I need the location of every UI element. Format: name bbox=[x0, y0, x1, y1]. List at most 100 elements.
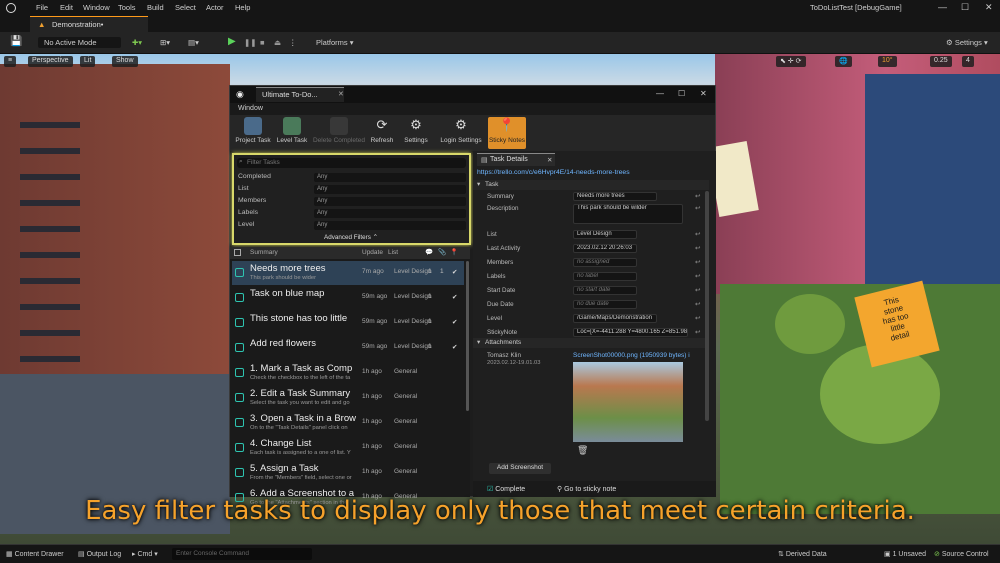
task-complete-checkbox[interactable] bbox=[235, 418, 244, 427]
minimize-icon[interactable]: — bbox=[656, 89, 664, 98]
field-value-input[interactable]: Level Design bbox=[573, 230, 637, 239]
filter-members-select[interactable]: Any bbox=[314, 197, 466, 206]
screenshot-thumbnail[interactable] bbox=[573, 362, 683, 442]
snap-scale[interactable]: 0.25 bbox=[930, 56, 952, 67]
add-content-icon[interactable]: ✚▾ bbox=[132, 38, 142, 47]
cmd-dropdown[interactable]: ▸ Cmd ▾ bbox=[132, 550, 158, 558]
reset-icon[interactable]: ↩ bbox=[695, 245, 700, 252]
menu-window[interactable]: Window bbox=[83, 3, 110, 12]
menu-window[interactable]: Window bbox=[238, 105, 263, 112]
field-value-input[interactable]: This park should be wilder bbox=[573, 204, 683, 224]
task-row[interactable]: 1. Mark a Task as Comp Check the checkbox… bbox=[232, 361, 464, 385]
maximize-icon[interactable]: ☐ bbox=[961, 2, 969, 13]
tab-close-icon[interactable]: ✕ bbox=[338, 90, 344, 98]
filter-labels-select[interactable]: Any bbox=[314, 209, 466, 218]
derived-data-button[interactable]: ⇅ Derived Data bbox=[778, 550, 827, 558]
task-list-scrollbar[interactable] bbox=[466, 261, 469, 411]
more-options-icon[interactable]: ⋮ bbox=[289, 38, 297, 47]
task-row[interactable]: Task on blue map 59m ago Level Design 1 ✔ bbox=[232, 286, 464, 310]
filter-list-select[interactable]: Any bbox=[314, 185, 466, 194]
menu-file[interactable]: File bbox=[36, 3, 48, 12]
filter-completed-select[interactable]: Any bbox=[314, 173, 466, 182]
reset-icon[interactable]: ↩ bbox=[695, 273, 700, 280]
menu-edit[interactable]: Edit bbox=[60, 3, 73, 12]
reset-icon[interactable]: ↩ bbox=[695, 193, 700, 200]
snap-angle[interactable]: 10° bbox=[878, 56, 897, 67]
lit-button[interactable]: Lit bbox=[80, 56, 96, 67]
task-complete-checkbox[interactable] bbox=[235, 268, 244, 277]
menu-tools[interactable]: Tools bbox=[118, 3, 136, 12]
task-complete-checkbox[interactable] bbox=[235, 443, 244, 452]
task-row[interactable]: 4. Change List Each task is assigned to a… bbox=[232, 436, 464, 460]
field-value-input[interactable]: no start date bbox=[573, 286, 637, 295]
field-value-input[interactable]: no due date bbox=[573, 300, 637, 309]
perspective-button[interactable]: Perspective bbox=[28, 56, 73, 67]
task-complete-checkbox[interactable] bbox=[235, 468, 244, 477]
menu-build[interactable]: Build bbox=[147, 3, 164, 12]
camera-speed[interactable]: 4 bbox=[962, 56, 974, 67]
filter-search-input[interactable]: Filter Tasks bbox=[237, 158, 466, 168]
settings-button[interactable]: ⚙ Settings ▾ bbox=[946, 38, 988, 47]
todo-titlebar[interactable]: ◉ Ultimate To-Do... ✕ — ☐ ✕ bbox=[230, 86, 715, 103]
menu-select[interactable]: Select bbox=[175, 3, 196, 12]
minimize-icon[interactable]: — bbox=[938, 2, 947, 12]
platforms-button[interactable]: Platforms ▾ bbox=[316, 38, 354, 47]
field-value-input[interactable]: /Game/Maps/Demonstration bbox=[573, 314, 657, 323]
task-complete-checkbox[interactable] bbox=[235, 393, 244, 402]
reset-icon[interactable]: ↩ bbox=[695, 315, 700, 322]
section-attachments[interactable]: Attachments bbox=[473, 338, 709, 348]
attachment-file-link[interactable]: ScreenShot00000.png (1950939 bytes) i bbox=[573, 352, 691, 359]
advanced-filters-toggle[interactable]: Advanced Filters ⌃ bbox=[324, 234, 378, 241]
header-list[interactable]: List bbox=[388, 249, 398, 256]
trello-link[interactable]: https://trello.com/c/e6Hvpr4E/14-needs-m… bbox=[477, 169, 630, 176]
stop-icon[interactable]: ■ bbox=[260, 38, 265, 47]
reset-icon[interactable]: ↩ bbox=[695, 329, 700, 336]
task-row[interactable]: Needs more trees This park should be wide… bbox=[232, 261, 464, 285]
task-row[interactable]: This stone has too little 59m ago Level De… bbox=[232, 311, 464, 335]
show-button[interactable]: Show bbox=[112, 56, 138, 67]
task-row[interactable]: 5. Assign a Task From the "Members" field… bbox=[232, 461, 464, 485]
unsaved-button[interactable]: ▣ 1 Unsaved bbox=[884, 550, 926, 558]
unreal-logo-icon[interactable] bbox=[6, 3, 16, 13]
project-task-button[interactable]: Project Task bbox=[234, 117, 272, 149]
output-log-button[interactable]: ▤ Output Log bbox=[78, 550, 121, 558]
task-row[interactable]: 2. Edit a Task Summary Select the task yo… bbox=[232, 386, 464, 410]
blueprint-icon[interactable]: ⊞▾ bbox=[160, 38, 170, 47]
go-to-sticky-note-button[interactable]: ⚲ Go to sticky note bbox=[557, 485, 616, 493]
filter-level-select[interactable]: Any bbox=[314, 221, 466, 230]
tab-demonstration[interactable]: ▲ Demonstration• bbox=[30, 16, 148, 32]
tab-task-details[interactable]: ▤ Task Details ✕ bbox=[477, 153, 555, 166]
field-value-input[interactable]: no label bbox=[573, 272, 637, 281]
select-mode-icon[interactable]: ⬉ ✛ ⟳ bbox=[776, 56, 806, 67]
task-complete-checkbox[interactable] bbox=[235, 343, 244, 352]
task-complete-checkbox[interactable] bbox=[235, 368, 244, 377]
details-scrollbar[interactable] bbox=[705, 191, 709, 421]
section-task[interactable]: Task bbox=[473, 180, 709, 190]
close-icon[interactable]: ✕ bbox=[700, 89, 707, 98]
field-value-input[interactable]: Needs more trees bbox=[573, 192, 657, 201]
sticky-notes-button[interactable]: 📍 Sticky Notes bbox=[488, 117, 526, 149]
reset-icon[interactable]: ↩ bbox=[695, 205, 700, 212]
task-row[interactable]: 3. Open a Task in a Brow On to the "Task … bbox=[232, 411, 464, 435]
trash-icon[interactable]: 🗑 bbox=[577, 445, 588, 456]
console-command-input[interactable]: Enter Console Command bbox=[172, 548, 312, 560]
save-icon[interactable]: 💾 bbox=[10, 36, 22, 47]
menu-help[interactable]: Help bbox=[235, 3, 250, 12]
field-value-input[interactable]: no assigned bbox=[573, 258, 637, 267]
header-summary[interactable]: Summary bbox=[250, 249, 278, 256]
pause-icon[interactable]: ❚❚ bbox=[244, 38, 257, 47]
task-row[interactable]: Add red flowers 59m ago Level Design 1 ✔ bbox=[232, 336, 464, 360]
task-complete-checkbox[interactable] bbox=[235, 293, 244, 302]
header-updated[interactable]: Update bbox=[362, 249, 383, 256]
refresh-button[interactable]: ⟳ Refresh bbox=[368, 117, 396, 149]
viewport-menu-icon[interactable]: ≡ bbox=[4, 56, 17, 67]
reset-icon[interactable]: ↩ bbox=[695, 287, 700, 294]
mode-selector[interactable]: No Active Mode bbox=[38, 37, 121, 48]
task-complete-checkbox[interactable] bbox=[235, 318, 244, 327]
content-drawer-button[interactable]: ▦ Content Drawer bbox=[6, 550, 64, 558]
reset-icon[interactable]: ↩ bbox=[695, 259, 700, 266]
world-space-icon[interactable]: 🌐 bbox=[835, 56, 852, 67]
add-screenshot-button[interactable]: Add Screenshot bbox=[489, 463, 551, 474]
complete-checkbox[interactable]: ☑ Complete bbox=[487, 485, 525, 493]
delete-completed-button[interactable]: Delete Completed bbox=[312, 117, 366, 149]
